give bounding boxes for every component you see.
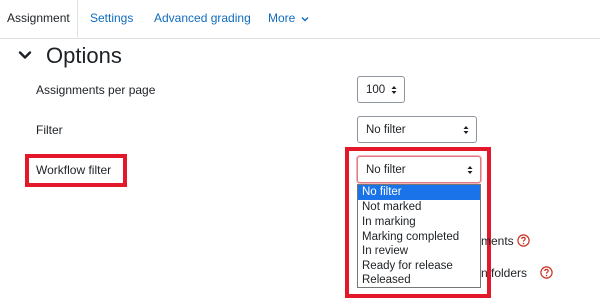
question-circle-icon[interactable] <box>517 234 530 247</box>
section-title: Options <box>46 43 122 68</box>
sort-arrows-icon <box>391 85 397 94</box>
per-page-label: Assignments per page <box>36 83 156 97</box>
sort-arrows-icon <box>467 165 473 174</box>
workflow-option[interactable]: No filter <box>358 185 480 200</box>
workflow-filter-select[interactable]: No filter <box>357 156 481 183</box>
workflow-filter-value: No filter <box>366 163 406 176</box>
sort-arrows-icon <box>463 125 469 134</box>
filter-label: Filter <box>36 123 63 137</box>
workflow-option[interactable]: Marking completed <box>358 230 480 245</box>
workflow-option[interactable]: Released <box>358 273 480 288</box>
tab-more-label: More <box>268 11 296 25</box>
chevron-down-icon <box>301 16 309 22</box>
tab-assignment[interactable]: Assignment <box>7 11 70 25</box>
partial-row-label: n folders <box>481 266 528 280</box>
per-page-value: 100 <box>366 83 386 96</box>
tab-settings[interactable]: Settings <box>90 11 133 25</box>
partial-row-label: ments <box>481 234 514 248</box>
filter-select[interactable]: No filter <box>357 116 477 143</box>
workflow-options-list: No filter Not marked In marking Marking … <box>357 184 481 288</box>
filter-value: No filter <box>366 123 406 136</box>
per-page-select[interactable]: 100 <box>357 76 405 103</box>
workflow-filter-label: Workflow filter <box>36 163 112 177</box>
tab-more[interactable]: More <box>268 11 309 25</box>
chevron-down-icon[interactable] <box>16 46 34 64</box>
question-circle-icon[interactable] <box>540 266 553 279</box>
workflow-option[interactable]: Ready for release <box>358 259 480 274</box>
workflow-option[interactable]: In review <box>358 244 480 259</box>
workflow-option[interactable]: Not marked <box>358 200 480 215</box>
tab-advanced-grading[interactable]: Advanced grading <box>154 11 251 25</box>
workflow-option[interactable]: In marking <box>358 215 480 230</box>
